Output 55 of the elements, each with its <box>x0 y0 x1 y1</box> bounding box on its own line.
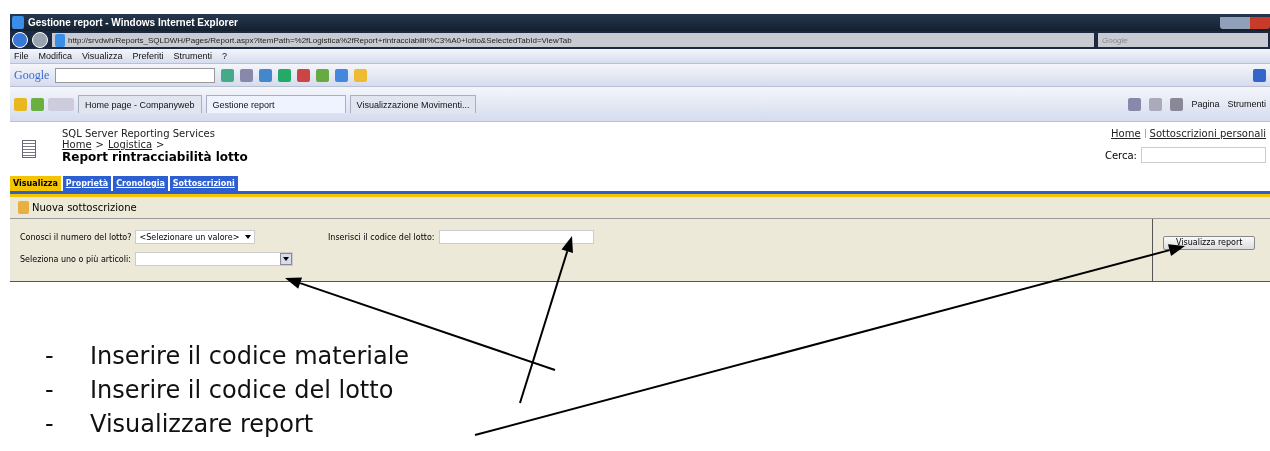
report-icon <box>22 140 36 158</box>
menu-item[interactable]: Strumenti <box>173 51 212 61</box>
note-text: Visualizzare report <box>90 410 314 438</box>
page-tab[interactable]: Proprietà <box>62 176 112 191</box>
note-text: Inserire il codice del lotto <box>90 376 394 404</box>
toolbar-icon[interactable] <box>278 68 292 82</box>
report-title: Report rintracciabilità lotto <box>62 150 248 164</box>
lot-known-dropdown[interactable]: <Selezionare un valore> <box>135 230 256 244</box>
top-link[interactable]: Sottoscrizioni personali <box>1149 128 1266 139</box>
toolbar-icon[interactable] <box>316 68 330 82</box>
view-report-button[interactable]: Visualizza report <box>1163 235 1256 250</box>
lot-code-input[interactable] <box>438 230 594 244</box>
search-label: Cerca: <box>1104 149 1137 161</box>
window-title: Gestione report - Windows Internet Explorer <box>28 17 238 28</box>
toolbar-icon[interactable] <box>335 68 349 82</box>
page-tab[interactable]: Cronologia <box>113 176 168 191</box>
field-label: Inserisci il codice del lotto: <box>328 232 435 242</box>
forward-button[interactable] <box>32 32 48 48</box>
toolbar-icon[interactable] <box>221 68 235 82</box>
breadcrumb-separator: > <box>95 139 104 150</box>
breadcrumb-separator: > <box>156 139 165 150</box>
toolbar-icon[interactable] <box>259 68 273 82</box>
menu-item[interactable]: Visualizza <box>82 51 123 61</box>
toolbar-icon[interactable] <box>297 68 311 82</box>
page-tab[interactable]: Sottoscrizioni <box>169 176 238 191</box>
field-label: Conosci il numero del lotto? <box>20 232 132 242</box>
product-name: SQL Server Reporting Services <box>62 128 216 139</box>
browser-tab[interactable]: Home page - Companyweb <box>78 95 202 113</box>
bullet-dash: - <box>45 410 55 438</box>
google-logo: Google <box>14 67 50 83</box>
breadcrumb-link[interactable]: Logistica <box>107 139 153 150</box>
back-button[interactable] <box>12 32 28 48</box>
breadcrumb-link[interactable]: Home <box>62 139 92 150</box>
caret-icon <box>245 235 252 239</box>
toolbar-icon[interactable] <box>240 68 254 82</box>
command-menu[interactable]: Strumenti <box>1227 99 1266 109</box>
dropdown-button[interactable] <box>279 253 292 265</box>
menu-item[interactable]: Preferiti <box>132 51 164 61</box>
address-bar[interactable]: http://srvdwh/Reports_SQLDWH/Pages/Report.aspx?ItemPath=%2fLogistica%2fReport+rintracciabilit%C3%A0+lotto&SelectedTabId=ViewTab <box>52 33 1094 47</box>
page-tab[interactable]: Visualizza <box>10 176 61 191</box>
menu-item[interactable]: File <box>14 51 29 61</box>
menu-item[interactable]: Modifica <box>38 51 73 61</box>
google-search-field[interactable] <box>55 67 216 83</box>
window-controls[interactable] <box>1220 16 1270 29</box>
search-field[interactable] <box>1141 147 1266 163</box>
bullet-dash: - <box>45 376 55 404</box>
top-link[interactable]: Home <box>1111 128 1141 139</box>
browser-tab[interactable]: Gestione report <box>205 95 346 113</box>
bullet-dash: - <box>45 342 55 370</box>
command-menu[interactable]: Pagina <box>1191 99 1220 109</box>
field-label: Seleziona uno o più articoli: <box>20 254 131 264</box>
new-subscription-link[interactable]: Nuova sottoscrizione <box>32 202 137 213</box>
note-text: Inserire il codice materiale <box>90 342 410 370</box>
menu-item[interactable]: ? <box>221 51 227 61</box>
browser-tab[interactable]: Visualizzazione Movimenti... <box>349 95 477 113</box>
